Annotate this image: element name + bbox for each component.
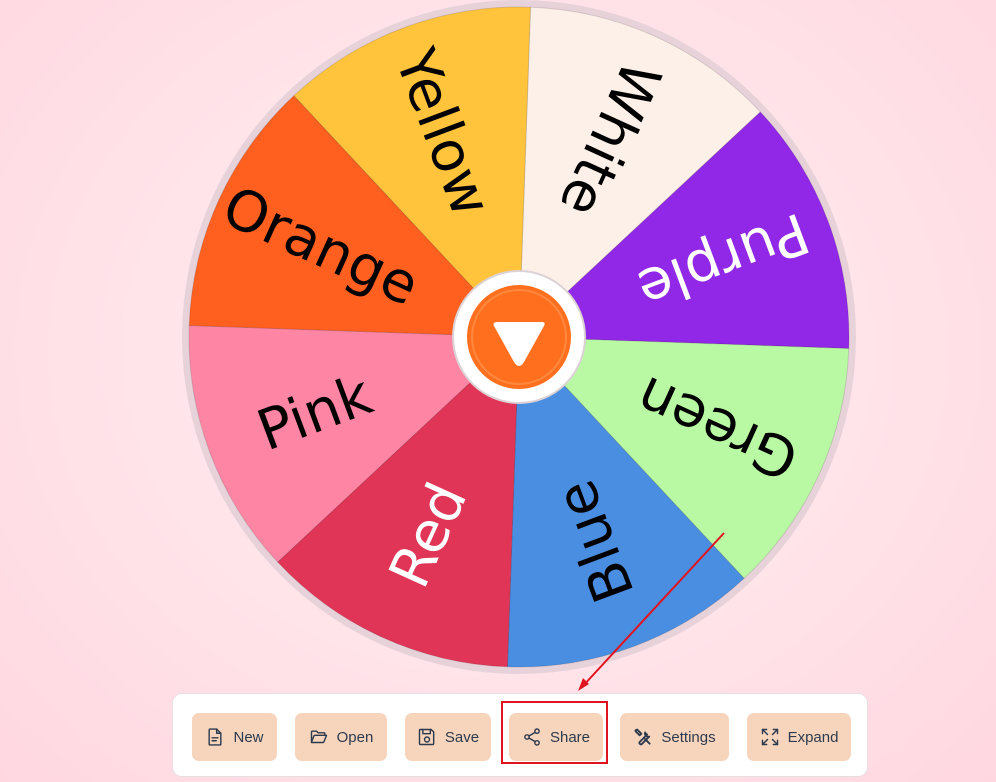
folder-open-icon: [310, 730, 327, 744]
open-button-label: Open: [336, 728, 374, 746]
settings-button[interactable]: Settings: [620, 713, 729, 761]
wheel-toolbar: New Open Save Share Settings Expand: [172, 693, 868, 777]
tools-wrench-icon: [634, 728, 651, 746]
settings-button-label: Settings: [661, 728, 716, 746]
save-disk-icon: [418, 728, 435, 746]
save-button-label: Save: [444, 728, 480, 746]
share-button-label: Share: [549, 728, 591, 746]
save-button[interactable]: Save: [405, 713, 491, 761]
new-file-icon: [208, 728, 223, 746]
spin-wheel[interactable]: White Purple Green Blue Red Pink Orange Yellow: [0, 0, 996, 690]
share-icon: [524, 728, 540, 746]
spin-button[interactable]: [452, 270, 586, 404]
new-button-label: New: [233, 728, 264, 746]
open-button[interactable]: Open: [295, 713, 387, 761]
new-button[interactable]: New: [192, 713, 277, 761]
share-button[interactable]: Share: [509, 713, 603, 761]
expand-button[interactable]: Expand: [747, 713, 851, 761]
wheel-graphic[interactable]: WhitePurpleGreenBlueRedPinkOrangeYellow: [0, 0, 996, 690]
expand-icon: [761, 728, 778, 746]
expand-button-label: Expand: [787, 728, 839, 746]
